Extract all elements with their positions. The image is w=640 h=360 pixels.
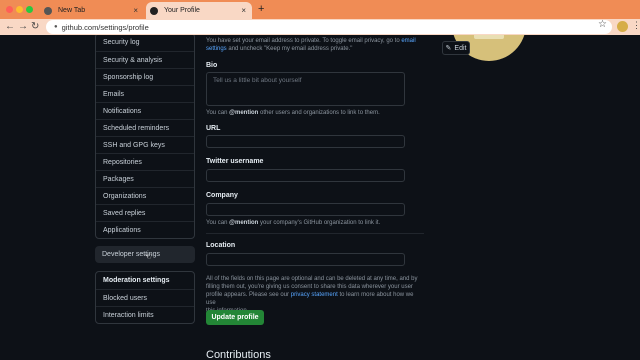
tab-label: Your Profile [164,7,200,14]
forward-icon[interactable]: → [18,21,28,33]
mouse-pointer-icon: ☜ [144,251,153,261]
maximize-window-dot[interactable] [26,6,33,13]
note-text: filling them out, you're giving us conse… [206,284,413,290]
tab-label: New Tab [58,7,86,14]
note-text: You have set your email address to priva… [206,38,400,44]
url-label: URL [206,125,221,132]
sidebar-item-saved-replies[interactable]: Saved replies [96,204,194,221]
company-help: You can @mention your company's GitHub o… [206,219,380,227]
sidebar-item-notifications[interactable]: Notifications [96,102,194,119]
sidebar-item-packages[interactable]: Packages [96,170,194,187]
tab-new-tab[interactable]: New Tab × [40,2,144,19]
address-bar[interactable]: ● github.com/settings/profile [46,20,612,34]
sidebar-item-scheduled-reminders[interactable]: Scheduled reminders [96,119,194,136]
url-text: github.com/settings/profile [61,22,149,32]
update-profile-button[interactable]: Update profile [206,310,264,325]
new-tab-button[interactable]: + [258,3,264,15]
bookmark-star-icon[interactable]: ☆ [598,19,607,30]
mention-text: @mention [229,110,259,116]
help-text: other users and organizations to link to… [260,110,380,116]
sidebar-item-interaction-limits[interactable]: Interaction limits [96,306,194,323]
close-window-dot[interactable] [6,6,13,13]
back-icon[interactable]: ← [5,21,15,33]
sidebar-item-security-log[interactable]: Security log [96,35,194,51]
privacy-statement-link[interactable]: privacy statement [291,292,338,298]
avatar-image [474,35,504,39]
moderation-sidebar-group: Moderation settings Blocked users Intera… [95,271,195,324]
sidebar-item-organizations[interactable]: Organizations [96,187,194,204]
github-icon [150,6,158,15]
twitter-input[interactable] [206,169,405,182]
email-settings-link[interactable]: email [401,38,415,44]
url-input[interactable] [206,135,405,148]
tab-your-profile[interactable]: Your Profile × [146,2,252,19]
location-input[interactable] [206,253,405,266]
page-content: Security log Security & analysis Sponsor… [0,35,640,360]
sidebar-item-applications[interactable]: Applications [96,221,194,238]
mention-text: @mention [229,220,259,226]
help-text: You can [206,110,228,116]
contributions-heading: Contributions [206,349,271,360]
sidebar-heading-moderation: Moderation settings [103,277,170,284]
bio-label: Bio [206,62,218,69]
browser-toolbar: ← → ↻ ● github.com/settings/profile ☆ ⋮ [0,19,640,35]
browser-profile-avatar[interactable] [617,21,628,32]
browser-menu-icon[interactable]: ⋮ [632,20,640,31]
email-privacy-note: You have set your email address to priva… [206,37,421,53]
sidebar-item-emails[interactable]: Emails [96,85,194,102]
bio-textarea[interactable]: Tell us a little bit about yourself [206,72,405,106]
twitter-label: Twitter username [206,158,264,165]
edit-label: Edit [454,44,467,52]
sidebar-item-security-analysis[interactable]: Security & analysis [96,51,194,68]
sidebar-item-sponsorship-log[interactable]: Sponsorship log [96,68,194,85]
lock-icon: ● [54,24,58,30]
bio-help: You can @mention other users and organiz… [206,109,380,117]
location-label: Location [206,242,236,249]
reload-icon[interactable]: ↻ [31,21,39,33]
pencil-icon: ✎ [445,45,452,52]
close-tab-icon[interactable]: × [133,6,138,15]
help-text: your company's GitHub organization to li… [260,220,381,226]
email-settings-link-cont[interactable]: settings [206,46,227,52]
close-tab-icon[interactable]: × [241,6,246,15]
sidebar-item-repositories[interactable]: Repositories [96,153,194,170]
note-text: and uncheck "Keep my email address priva… [228,46,353,52]
company-label: Company [206,192,238,199]
help-text: You can [206,220,228,226]
minimize-window-dot[interactable] [16,6,23,13]
section-divider [206,233,424,234]
avatar-edit-button[interactable]: ✎ Edit [442,41,470,55]
privacy-note: All of the fields on this page are optio… [206,275,421,315]
sidebar-item-ssh-gpg-keys[interactable]: SSH and GPG keys [96,136,194,153]
note-text: profile appears. Please see our [206,292,290,298]
note-text: All of the fields on this page are optio… [206,276,418,282]
browser-tab-bar: New Tab × Your Profile × + [0,0,640,19]
sidebar-item-blocked-users[interactable]: Blocked users [96,289,194,306]
settings-sidebar-group: Security log Security & analysis Sponsor… [95,35,195,239]
company-input[interactable] [206,203,405,216]
chrome-icon [44,6,52,15]
